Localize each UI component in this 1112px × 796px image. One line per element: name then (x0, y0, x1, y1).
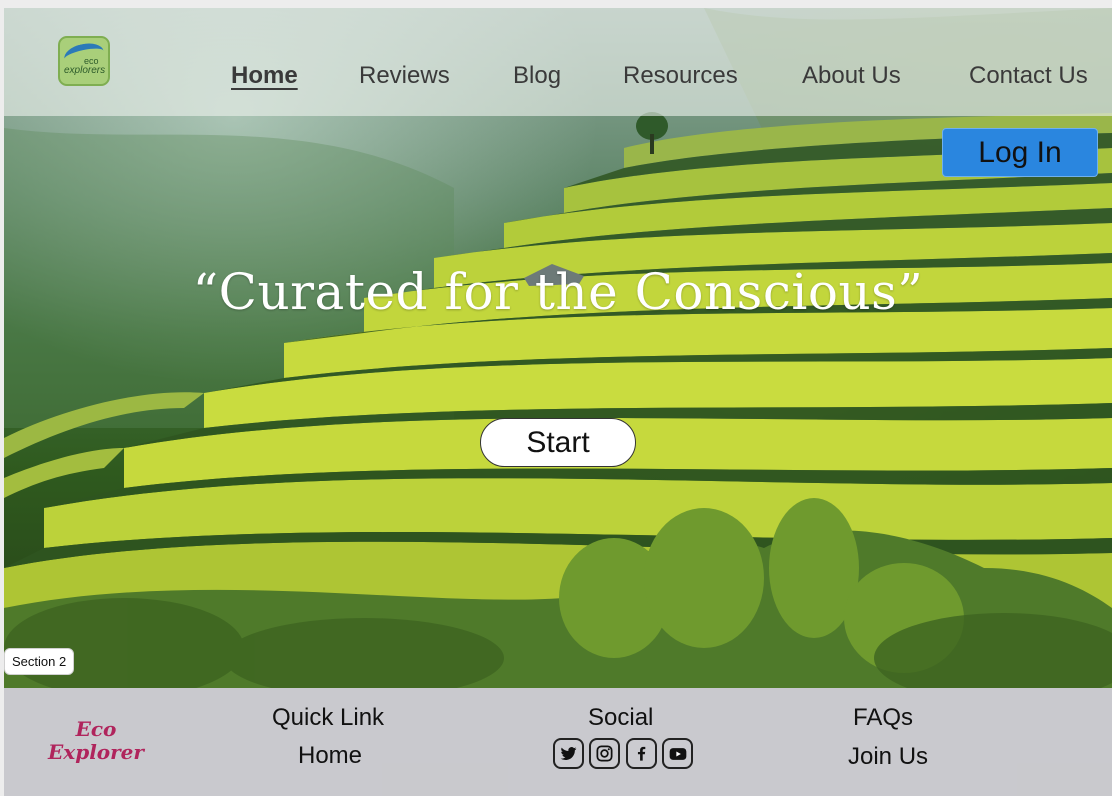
social-heading: Social (588, 704, 654, 731)
youtube-icon[interactable] (662, 738, 693, 769)
page-frame: eco explorers Home Reviews Blog Resource… (4, 8, 1112, 796)
hero-section: eco explorers Home Reviews Blog Resource… (4, 8, 1112, 688)
nav-link-reviews[interactable]: Reviews (359, 62, 450, 90)
footer-brand-line-2: Explorer (48, 740, 144, 764)
footer-link-home[interactable]: Home (298, 742, 362, 770)
section-label-badge: Section 2 (4, 648, 75, 675)
top-navigation-bar: eco explorers Home Reviews Blog Resource… (4, 8, 1112, 116)
footer-brand-line-1: Eco (75, 717, 117, 741)
instagram-icon[interactable] (589, 738, 620, 769)
logo-text-bottom: explorers (64, 65, 106, 76)
eco-explorers-logo[interactable]: eco explorers (58, 36, 110, 86)
start-button[interactable]: Start (480, 418, 636, 467)
nav-link-home[interactable]: Home (231, 62, 298, 90)
twitter-icon[interactable] (553, 738, 584, 769)
facebook-icon[interactable] (626, 738, 657, 769)
footer-link-faqs[interactable]: FAQs (853, 704, 913, 732)
login-button[interactable]: Log In (942, 128, 1098, 177)
footer-brand: Eco Explorer (48, 718, 144, 764)
nav-link-blog[interactable]: Blog (513, 62, 561, 90)
footer-link-join-us[interactable]: Join Us (848, 743, 928, 771)
nav-link-resources[interactable]: Resources (623, 62, 738, 90)
footer: Eco Explorer Quick Link Home Social FAQs… (4, 688, 1112, 796)
nav-link-about-us[interactable]: About Us (802, 62, 901, 90)
nav-link-contact-us[interactable]: Contact Us (969, 62, 1088, 90)
quick-link-heading: Quick Link (272, 704, 385, 731)
hero-tagline: “Curated for the Conscious” (192, 263, 924, 321)
